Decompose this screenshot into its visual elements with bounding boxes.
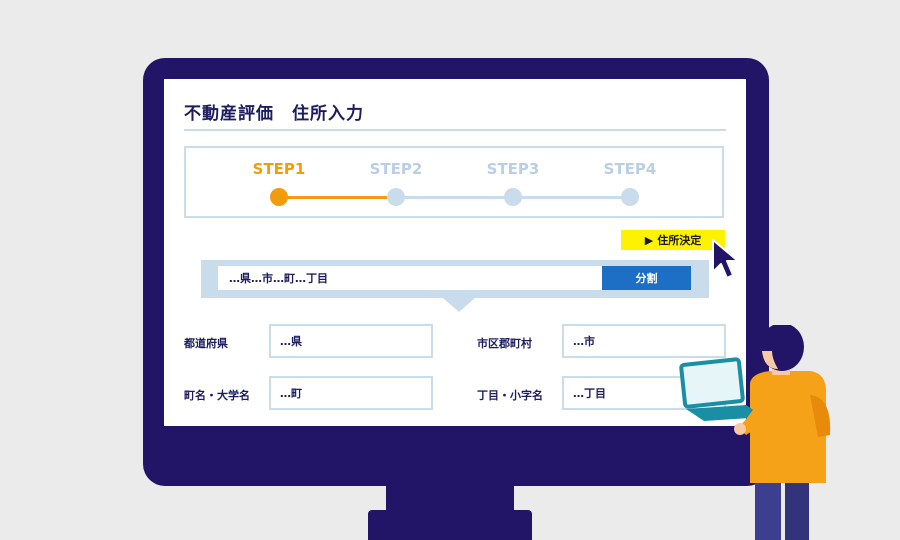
- play-triangle-icon: ▶: [644, 233, 654, 247]
- person-with-laptop-illustration: [679, 325, 831, 540]
- step-line-3: [513, 196, 630, 199]
- step-2-label: STEP2: [369, 160, 423, 178]
- step-2-dot: [387, 188, 405, 206]
- prefecture-field[interactable]: …県: [269, 324, 433, 358]
- decide-address-button[interactable]: ▶ 住所決定: [621, 230, 725, 250]
- town-label: 町名・大学名: [184, 389, 250, 402]
- step-progress: STEP1 STEP2 STEP3 STEP4: [184, 146, 724, 218]
- address-input[interactable]: …県…市…町…丁目: [218, 266, 604, 290]
- step-line-1: [279, 196, 396, 199]
- page-title: 不動産評価 住所入力: [184, 104, 364, 124]
- mouse-cursor-icon: [712, 239, 739, 279]
- prefecture-label: 都道府県: [184, 337, 228, 350]
- step-line-2: [396, 196, 513, 199]
- title-divider: [184, 129, 726, 131]
- step-4-dot: [621, 188, 639, 206]
- city-label: 市区郡町村: [477, 337, 532, 350]
- app-screen: 不動産評価 住所入力 STEP1 STEP2 STEP3 STEP4 ▶ 住所決…: [164, 79, 746, 426]
- step-1-label: STEP1: [252, 160, 306, 178]
- step-3-dot: [504, 188, 522, 206]
- town-field[interactable]: …町: [269, 376, 433, 410]
- chome-label: 丁目・小字名: [477, 389, 543, 402]
- step-4-label: STEP4: [603, 160, 657, 178]
- decide-address-label: 住所決定: [657, 234, 702, 247]
- address-pointer-arrow: [443, 298, 475, 312]
- step-1-dot: [270, 188, 288, 206]
- split-button[interactable]: 分割: [602, 266, 691, 290]
- step-3-label: STEP3: [486, 160, 540, 178]
